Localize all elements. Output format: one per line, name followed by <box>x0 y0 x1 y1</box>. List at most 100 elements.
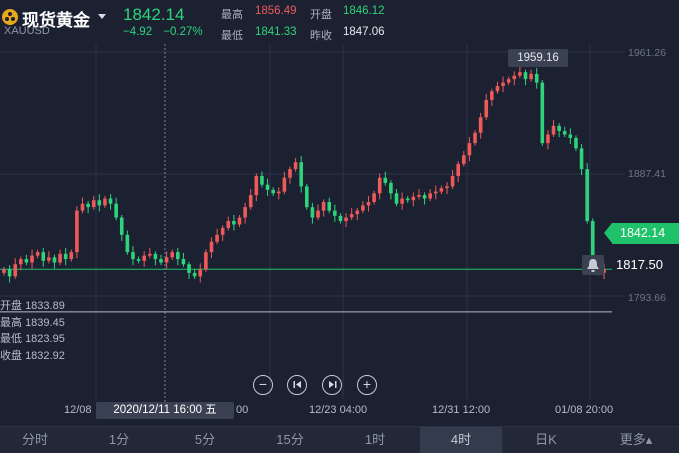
high-marker: 1959.16 <box>508 49 568 67</box>
ohlc-low-label: 最低 <box>0 333 22 345</box>
candle-body <box>377 177 382 194</box>
candle-body <box>518 72 522 76</box>
candle-body <box>579 148 584 170</box>
x-axis-label: 12/08 <box>64 404 92 416</box>
candle-body <box>439 188 444 192</box>
candle-body <box>316 210 320 218</box>
candle-body <box>450 176 455 187</box>
low-value: 1841.33 <box>255 26 297 38</box>
candle-body <box>97 200 102 206</box>
ohlc-open-label: 开盘 <box>0 300 22 312</box>
candle-body <box>490 91 494 100</box>
candle-body <box>108 198 113 204</box>
candle-body <box>344 217 348 221</box>
ohlc-readout: 开盘 1833.89 最高 1839.45 最低 1823.95 收盘 1832… <box>0 298 65 364</box>
candle-body <box>131 252 135 260</box>
candle-body <box>445 186 449 189</box>
candle-body <box>433 191 438 194</box>
candle-body <box>58 253 62 263</box>
candle-body <box>248 195 253 208</box>
change-value: −4.92 <box>123 26 153 38</box>
candle-body <box>422 195 427 199</box>
chevron-down-icon[interactable] <box>98 14 106 19</box>
tab-timeshare[interactable]: 分时 <box>0 427 70 453</box>
candle-body <box>237 217 242 225</box>
candle-body <box>282 177 287 192</box>
candle-body <box>338 215 343 221</box>
candlestick-chart[interactable] <box>0 44 679 426</box>
candle-body <box>534 73 539 83</box>
candle-body <box>562 131 567 135</box>
tab-15min[interactable]: 15分 <box>255 427 325 453</box>
candle-body <box>456 163 461 177</box>
candle-body <box>361 205 365 211</box>
candle-body <box>164 257 169 263</box>
candle-body <box>495 86 500 92</box>
candle-body <box>540 82 545 144</box>
candle-body <box>405 198 410 201</box>
ohlc-close: 1832.92 <box>25 349 65 362</box>
candle-body <box>389 182 393 194</box>
low-label: 最低 <box>221 30 243 42</box>
x-axis-label: 12/23 04:00 <box>309 404 368 416</box>
candle-body <box>91 200 96 208</box>
quote-header: 现货黄金 XAUUSD 1842.14 −4.92 −0.27% 最高 1856… <box>0 0 679 44</box>
candle-body <box>288 169 292 178</box>
tab-more[interactable]: 更多▴ <box>600 427 672 453</box>
current-price-tag: 1842.14 <box>604 223 679 244</box>
candle-body <box>243 207 247 218</box>
candle-body <box>478 117 483 133</box>
tab-1min[interactable]: 1分 <box>84 427 154 453</box>
candle-body <box>568 134 573 138</box>
bell-icon[interactable] <box>582 255 604 275</box>
candle-body <box>176 252 180 260</box>
candle-body <box>209 241 214 253</box>
candle-body <box>7 269 12 277</box>
instrument-symbol: XAUUSD <box>4 25 50 37</box>
x-axis-label: 12/31 12:00 <box>432 404 491 416</box>
next-button[interactable] <box>322 375 342 395</box>
alert-price[interactable]: 1817.50 <box>616 257 663 272</box>
candle-body <box>333 210 337 216</box>
candle-body <box>327 201 332 211</box>
tab-daily[interactable]: 日K <box>510 427 582 453</box>
candle-body <box>473 132 477 144</box>
change-percent: −0.27% <box>163 26 203 38</box>
candle-body <box>19 259 23 265</box>
x-axis-label: 00 <box>236 404 249 416</box>
ohlc-high-label: 最高 <box>0 316 22 329</box>
candle-body <box>159 259 163 263</box>
candle-body <box>52 257 57 263</box>
prev-close-label: 昨收 <box>310 30 332 42</box>
candle-body <box>428 193 432 199</box>
ohlc-close-label: 收盘 <box>0 349 22 362</box>
candle-body <box>232 221 236 225</box>
candle-body <box>181 259 186 265</box>
candle-body <box>2 269 6 273</box>
candle-body <box>136 259 141 261</box>
y-axis-label: 1961.26 <box>628 47 666 59</box>
candle-body <box>13 264 18 277</box>
candle-body <box>35 252 40 256</box>
gold-logo-icon <box>2 9 18 25</box>
tab-5min[interactable]: 5分 <box>170 427 240 453</box>
candle-body <box>30 255 34 263</box>
previous-button[interactable] <box>287 375 307 395</box>
candle-body <box>192 272 197 277</box>
tab-4hour[interactable]: 4时 <box>420 427 502 453</box>
tab-1hour[interactable]: 1时 <box>340 427 410 453</box>
candle-body <box>187 264 191 273</box>
open-label: 开盘 <box>310 9 332 21</box>
candle-body <box>24 259 29 263</box>
zoom-out-button[interactable]: − <box>253 375 273 395</box>
candle-body <box>63 253 68 260</box>
high-label: 最高 <box>221 9 243 21</box>
zoom-in-button[interactable]: + <box>357 375 377 395</box>
candle-body <box>400 198 404 204</box>
candle-body <box>276 191 281 194</box>
high-value: 1856.49 <box>255 5 297 17</box>
candle-body <box>254 176 259 196</box>
prev-close-value: 1847.06 <box>343 26 385 38</box>
candle-body <box>394 193 399 204</box>
candle-body <box>170 252 175 258</box>
